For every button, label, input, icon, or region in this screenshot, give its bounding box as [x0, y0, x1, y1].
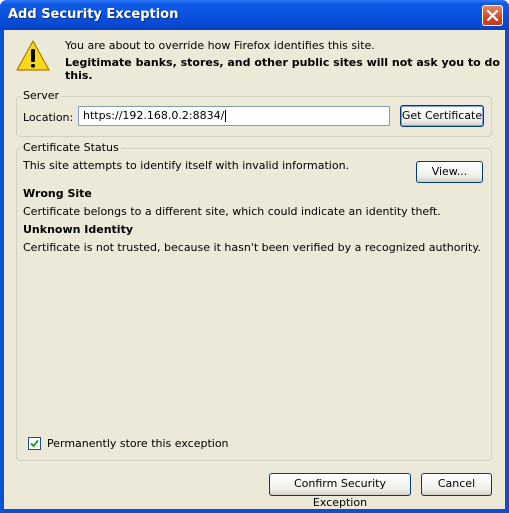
warning-message: You are about to override how Firefox id… [65, 39, 375, 52]
unknown-identity-description: Certificate is not trusted, because it h… [23, 241, 481, 254]
window-title: Add Security Exception [8, 7, 179, 22]
get-certificate-button[interactable]: Get Certificate [400, 105, 484, 127]
dialog-window: Add Security Exception You are about to … [0, 0, 509, 513]
checkmark-icon [30, 439, 39, 448]
dialog-body: You are about to override how Firefox id… [4, 30, 505, 509]
location-label: Location: [23, 111, 74, 124]
view-button[interactable]: View... [416, 161, 483, 183]
close-button[interactable] [482, 5, 503, 26]
text-caret [225, 110, 227, 122]
wrong-site-heading: Wrong Site [23, 187, 92, 200]
close-icon [487, 10, 498, 21]
server-legend: Server [21, 89, 62, 102]
certificate-status-legend: Certificate Status [21, 141, 121, 154]
server-group: Server Location: https://192.168.0.2:883… [16, 89, 492, 137]
location-input[interactable]: https://192.168.0.2:8834/ [78, 106, 390, 126]
warning-emphasis: Legitimate banks, stores, and other publ… [65, 56, 500, 82]
cancel-button[interactable]: Cancel [421, 473, 492, 496]
warning-icon [16, 40, 50, 71]
permanent-store-label[interactable]: Permanently store this exception [47, 437, 229, 450]
title-bar[interactable]: Add Security Exception [0, 0, 509, 30]
permanent-store-checkbox[interactable] [28, 437, 41, 450]
unknown-identity-heading: Unknown Identity [23, 223, 134, 236]
location-value: https://192.168.0.2:8834/ [83, 109, 225, 122]
status-message: This site attempts to identify itself wi… [23, 159, 350, 172]
wrong-site-description: Certificate belongs to a different site,… [23, 205, 441, 218]
confirm-security-exception-button[interactable]: Confirm Security Exception [269, 473, 411, 509]
certificate-status-group: Certificate Status This site attempts to… [16, 141, 492, 461]
